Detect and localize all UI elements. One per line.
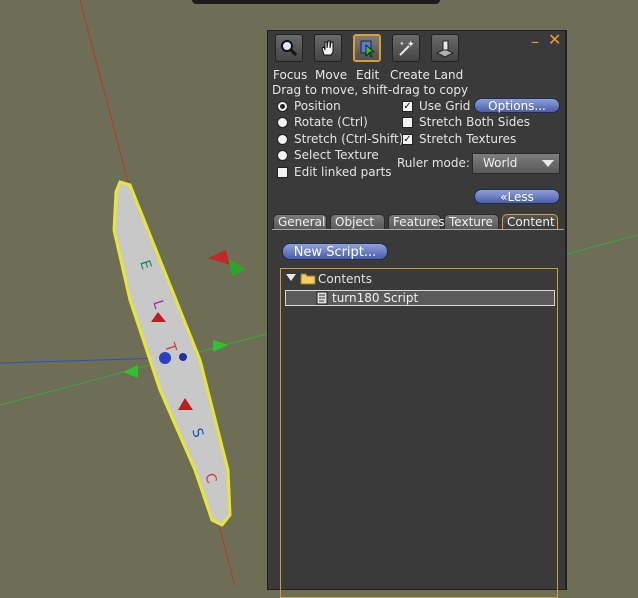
stretch-both-sides-label: Stretch Both Sides — [419, 115, 530, 129]
cursor-icon — [360, 40, 376, 58]
expand-arrow-icon[interactable] — [286, 274, 296, 282]
options-button[interactable]: Options... — [474, 98, 560, 113]
edit-linked-label: Edit linked parts — [294, 165, 392, 179]
svg-text:✦: ✦ — [407, 40, 415, 50]
tool-edit-button[interactable] — [353, 34, 381, 62]
inventory-item-label[interactable]: turn180 Script — [332, 291, 418, 305]
drag-hint-text: Drag to move, shift-drag to copy — [272, 83, 469, 97]
stretch-textures-checkbox[interactable]: ✓ — [402, 134, 413, 145]
stretch-textures-label: Stretch Textures — [419, 132, 517, 146]
mode-rotate-radio[interactable] — [277, 117, 288, 128]
tab-features[interactable]: Features — [388, 214, 445, 229]
tab-content[interactable]: Content — [502, 214, 558, 229]
mode-stretch-radio[interactable] — [277, 134, 288, 145]
mode-select-texture-label: Select Texture — [294, 148, 379, 162]
folder-icon — [300, 273, 316, 285]
ruler-mode-label: Ruler mode: — [397, 156, 470, 170]
move-arrow-green-left — [123, 365, 138, 378]
mode-rotate-label: Rotate (Ctrl) — [294, 115, 368, 129]
tool-label-land: Land — [434, 68, 464, 82]
ruler-mode-select[interactable]: World — [472, 153, 560, 174]
less-button[interactable]: «Less — [474, 189, 560, 204]
contents-folder-label[interactable]: Contents — [318, 272, 372, 286]
minimize-button[interactable]: – — [531, 34, 539, 50]
magic-wand-icon: ✦ ✦ — [399, 40, 415, 56]
move-handle-blue — [159, 352, 171, 364]
tool-label-create: Create — [390, 68, 430, 82]
script-icon — [316, 291, 328, 305]
stretch-both-sides-checkbox[interactable] — [402, 117, 413, 128]
tool-label-focus: Focus — [273, 68, 308, 82]
blue-axis-line — [0, 357, 166, 364]
tool-move-button[interactable] — [314, 34, 342, 62]
use-grid-label: Use Grid — [419, 99, 471, 113]
hand-icon — [321, 40, 334, 56]
tab-general[interactable]: General — [273, 214, 327, 229]
tab-texture[interactable]: Texture — [444, 214, 499, 229]
land-icon — [435, 40, 455, 58]
tool-land-button[interactable] — [431, 34, 459, 62]
magnifier-icon — [281, 40, 298, 57]
axis-widget-green — [228, 258, 246, 276]
contents-inventory-panel[interactable]: Contents turn180 Script — [280, 268, 558, 598]
build-tools-floater: – ✕ ✦ ✦ Focus Move Edit Create Land Drag… — [267, 30, 567, 598]
tool-focus-button[interactable] — [275, 34, 303, 62]
tool-label-move: Move — [315, 68, 348, 82]
mode-position-label: Position — [294, 99, 341, 113]
mode-position-radio[interactable] — [277, 101, 288, 112]
move-arrow-green-right — [213, 340, 228, 352]
inventory-item-row[interactable]: turn180 Script — [285, 290, 555, 306]
move-handle-blue-small — [179, 353, 187, 361]
top-toolbar-edge — [192, 0, 440, 4]
close-button[interactable]: ✕ — [548, 32, 561, 48]
mode-select-texture-radio[interactable] — [277, 150, 288, 161]
chevron-down-icon — [542, 160, 554, 167]
tab-divider — [272, 229, 564, 230]
axis-widget-red — [208, 250, 230, 265]
edit-linked-checkbox[interactable] — [277, 167, 288, 178]
tool-label-edit: Edit — [356, 68, 380, 82]
mode-stretch-label: Stretch (Ctrl-Shift) — [294, 132, 404, 146]
use-grid-checkbox[interactable]: ✓ — [402, 101, 413, 112]
svg-text:✦: ✦ — [399, 40, 405, 48]
ruler-mode-value: World — [483, 156, 518, 170]
new-script-button[interactable]: New Script... — [282, 243, 388, 260]
tab-object[interactable]: Object — [330, 214, 385, 229]
tool-create-button[interactable]: ✦ ✦ — [392, 34, 420, 62]
